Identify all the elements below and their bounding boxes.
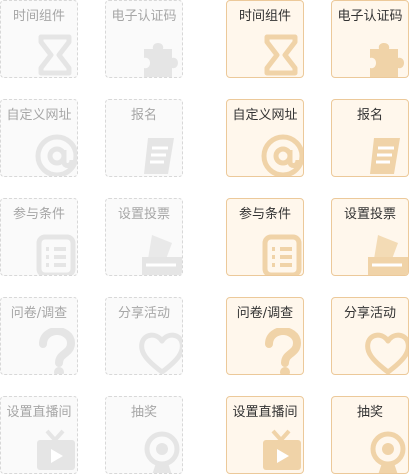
scroll-icon bbox=[136, 130, 182, 176]
question-mark-icon bbox=[257, 328, 303, 374]
at-sign-icon bbox=[31, 130, 77, 176]
active-tile-4[interactable]: 报名 bbox=[331, 99, 409, 177]
active-tile-8[interactable]: 分享活动 bbox=[331, 297, 409, 375]
puzzle-icon bbox=[136, 31, 182, 77]
active-tile-5[interactable]: 参与条件 bbox=[226, 198, 304, 276]
tile-label: 报名 bbox=[130, 108, 157, 123]
inactive-tile-7[interactable]: 问卷/调查 bbox=[0, 297, 78, 375]
inactive-tile-10[interactable]: 抽奖 bbox=[105, 396, 183, 474]
inactive-tile-4[interactable]: 报名 bbox=[105, 99, 183, 177]
active-tile-10[interactable]: 抽奖 bbox=[331, 396, 409, 474]
heart-icon bbox=[136, 328, 182, 374]
tile-label: 自定义网址 bbox=[232, 108, 298, 123]
question-mark-icon bbox=[31, 328, 77, 374]
checklist-icon bbox=[31, 229, 77, 275]
tile-label: 时间组件 bbox=[238, 9, 291, 24]
tile-label: 抽奖 bbox=[130, 405, 157, 420]
tile-label: 设置直播间 bbox=[6, 405, 72, 420]
hourglass-icon bbox=[257, 31, 303, 77]
tile-label: 设置投票 bbox=[117, 207, 170, 222]
hourglass-icon bbox=[31, 31, 77, 77]
heart-icon bbox=[362, 328, 408, 374]
active-tile-3[interactable]: 自定义网址 bbox=[226, 99, 304, 177]
checklist-icon bbox=[257, 229, 303, 275]
ballot-box-icon bbox=[362, 229, 408, 275]
tile-label: 问卷/调查 bbox=[236, 306, 294, 321]
tile-label: 设置投票 bbox=[343, 207, 396, 222]
inactive-tile-1[interactable]: 时间组件 bbox=[0, 0, 78, 78]
inactive-tile-6[interactable]: 设置投票 bbox=[105, 198, 183, 276]
tile-label: 分享活动 bbox=[343, 306, 396, 321]
scroll-icon bbox=[362, 130, 408, 176]
active-tile-6[interactable]: 设置投票 bbox=[331, 198, 409, 276]
tv-icon bbox=[31, 427, 77, 473]
active-tile-9[interactable]: 设置直播间 bbox=[226, 396, 304, 474]
tile-label: 抽奖 bbox=[356, 405, 383, 420]
inactive-tile-2[interactable]: 电子认证码 bbox=[105, 0, 183, 78]
tile-label: 参与条件 bbox=[12, 207, 65, 222]
tile-label: 电子认证码 bbox=[111, 9, 177, 24]
inactive-tile-3[interactable]: 自定义网址 bbox=[0, 99, 78, 177]
prize-icon bbox=[362, 427, 408, 473]
tile-label: 参与条件 bbox=[238, 207, 291, 222]
tile-label: 时间组件 bbox=[12, 9, 65, 24]
tv-icon bbox=[257, 427, 303, 473]
at-sign-icon bbox=[257, 130, 303, 176]
tile-label: 电子认证码 bbox=[337, 9, 403, 24]
tile-label: 分享活动 bbox=[117, 306, 170, 321]
active-tile-7[interactable]: 问卷/调查 bbox=[226, 297, 304, 375]
tile-label: 报名 bbox=[356, 108, 383, 123]
tile-label: 问卷/调查 bbox=[10, 306, 68, 321]
inactive-tile-5[interactable]: 参与条件 bbox=[0, 198, 78, 276]
inactive-tile-9[interactable]: 设置直播间 bbox=[0, 396, 78, 474]
ballot-box-icon bbox=[136, 229, 182, 275]
active-tile-2[interactable]: 电子认证码 bbox=[331, 0, 409, 78]
prize-icon bbox=[136, 427, 182, 473]
tile-label: 自定义网址 bbox=[6, 108, 72, 123]
active-tile-1[interactable]: 时间组件 bbox=[226, 0, 304, 78]
inactive-tile-8[interactable]: 分享活动 bbox=[105, 297, 183, 375]
puzzle-icon bbox=[362, 31, 408, 77]
tile-label: 设置直播间 bbox=[232, 405, 298, 420]
